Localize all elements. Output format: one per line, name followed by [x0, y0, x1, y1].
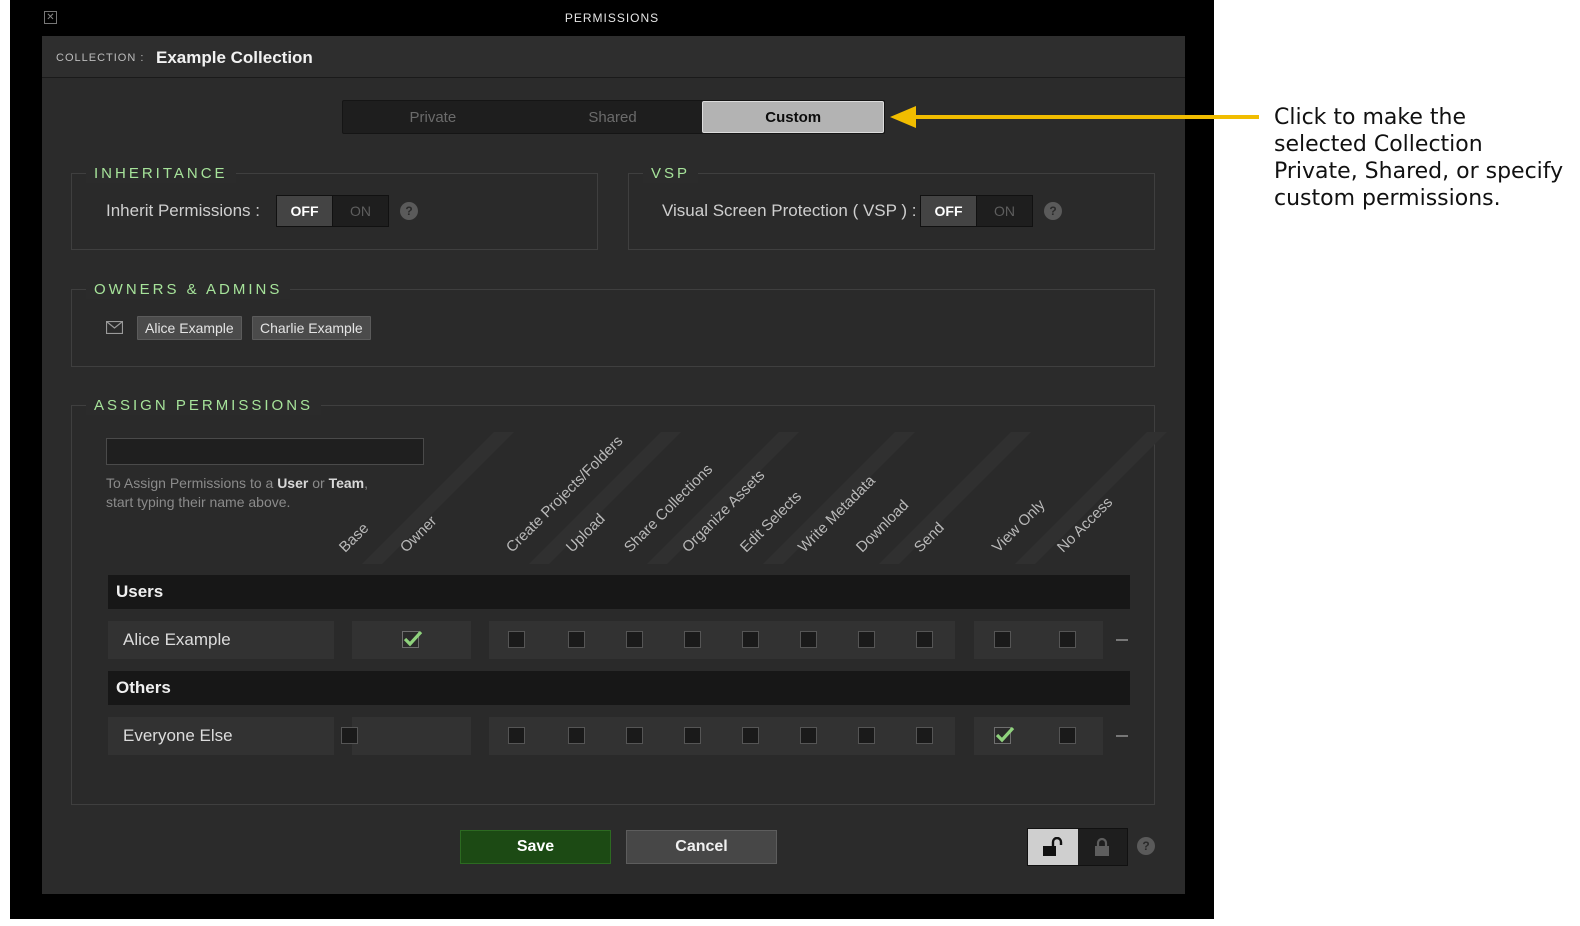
envelope-icon[interactable] [106, 321, 123, 334]
permission-checkbox-upload[interactable] [568, 631, 585, 648]
inherit-on-option[interactable]: ON [333, 196, 388, 226]
permission-checkbox-send[interactable] [916, 727, 933, 744]
permission-cell-group [489, 621, 955, 659]
permission-checkbox-share-collections[interactable] [626, 727, 643, 744]
permission-checkbox-download[interactable] [858, 631, 875, 648]
hint-comma: , [364, 475, 368, 491]
collection-label: COLLECTION : [56, 52, 145, 64]
save-button[interactable]: Save [460, 830, 611, 864]
permission-checkbox-base[interactable] [341, 727, 358, 744]
permission-cell-group [489, 717, 955, 755]
hint-user: User [277, 475, 309, 491]
hint-or: or [308, 475, 329, 491]
remove-row-icon[interactable] [1116, 735, 1128, 737]
lock-toggle[interactable] [1027, 828, 1128, 866]
vsp-help-icon[interactable]: ? [1044, 202, 1062, 220]
permission-checkbox-send[interactable] [916, 631, 933, 648]
hint-text: To Assign Permissions to a [106, 475, 278, 491]
permission-checkbox-no-access[interactable] [1059, 631, 1076, 648]
permission-checkbox-upload[interactable] [568, 727, 585, 744]
hint-line2: start typing their name above. [106, 494, 291, 510]
annotation-arrow-line [912, 115, 1259, 119]
vsp-on-option[interactable]: ON [977, 196, 1032, 226]
permission-checkbox-edit-selects[interactable] [742, 631, 759, 648]
stage: ✕ PERMISSIONS COLLECTION : Example Colle… [0, 0, 1580, 926]
permission-cell-group [352, 717, 471, 755]
tab-custom[interactable]: Custom [702, 101, 885, 133]
hint-team: Team [328, 475, 365, 491]
lock-option[interactable] [1078, 829, 1128, 865]
unlocked-icon [1042, 837, 1062, 856]
users-section-header: Users [108, 575, 1130, 609]
permission-checkbox-owner[interactable] [402, 630, 423, 648]
permissions-window: ✕ PERMISSIONS COLLECTION : Example Colle… [10, 0, 1214, 919]
permission-checkbox-view-only[interactable] [994, 631, 1011, 648]
vsp-label: Visual Screen Protection ( VSP ) : [662, 201, 917, 220]
permission-checkbox-create-projects-folders[interactable] [508, 631, 525, 648]
vsp-toggle[interactable]: OFF ON [920, 195, 1033, 227]
tab-private[interactable]: Private [343, 101, 523, 133]
lock-icon [1095, 837, 1110, 856]
permissions-panel: COLLECTION : Example Collection Private … [42, 36, 1185, 894]
inherit-permissions-toggle[interactable]: OFF ON [276, 195, 389, 227]
user-team-search-input[interactable] [106, 438, 424, 465]
owner-chip[interactable]: Alice Example [137, 316, 242, 340]
permission-checkbox-write-metadata[interactable] [800, 631, 817, 648]
permission-row-name: Alice Example [108, 621, 334, 659]
permission-row-name: Everyone Else [108, 717, 334, 755]
owners-title: OWNERS & ADMINS [86, 281, 291, 299]
remove-row-icon[interactable] [1116, 639, 1128, 641]
inherit-off-option[interactable]: OFF [277, 196, 333, 226]
permission-checkbox-organize-assets[interactable] [684, 631, 701, 648]
vsp-off-option[interactable]: OFF [921, 196, 977, 226]
annotation-arrow-icon [890, 106, 916, 128]
owner-chip[interactable]: Charlie Example [252, 316, 371, 340]
permission-checkbox-organize-assets[interactable] [684, 727, 701, 744]
annotation-text: Click to make the selected Collection Pr… [1274, 105, 1564, 211]
lock-help-icon[interactable]: ? [1137, 837, 1155, 855]
permission-checkbox-create-projects-folders[interactable] [508, 727, 525, 744]
assign-permissions-title: ASSIGN PERMISSIONS [86, 397, 322, 415]
mode-segmented-control: Private Shared Custom [342, 100, 885, 134]
inheritance-title: INHERITANCE [86, 165, 236, 183]
cancel-button[interactable]: Cancel [626, 830, 777, 864]
permission-checkbox-view-only[interactable] [994, 726, 1015, 744]
inherit-help-icon[interactable]: ? [400, 202, 418, 220]
vsp-title: VSP [643, 165, 699, 183]
collection-name: Example Collection [156, 48, 313, 67]
collection-header: COLLECTION : Example Collection [42, 36, 1185, 78]
unlock-option[interactable] [1028, 829, 1078, 865]
others-section-header: Others [108, 671, 1130, 705]
window-title: PERMISSIONS [564, 11, 660, 25]
permission-checkbox-download[interactable] [858, 727, 875, 744]
inherit-permissions-label: Inherit Permissions : [106, 201, 260, 220]
tab-shared[interactable]: Shared [523, 101, 703, 133]
permission-checkbox-no-access[interactable] [1059, 727, 1076, 744]
permission-checkbox-edit-selects[interactable] [742, 727, 759, 744]
permission-checkbox-write-metadata[interactable] [800, 727, 817, 744]
assign-hint: To Assign Permissions to a User or Team,… [106, 474, 426, 512]
permission-checkbox-share-collections[interactable] [626, 631, 643, 648]
